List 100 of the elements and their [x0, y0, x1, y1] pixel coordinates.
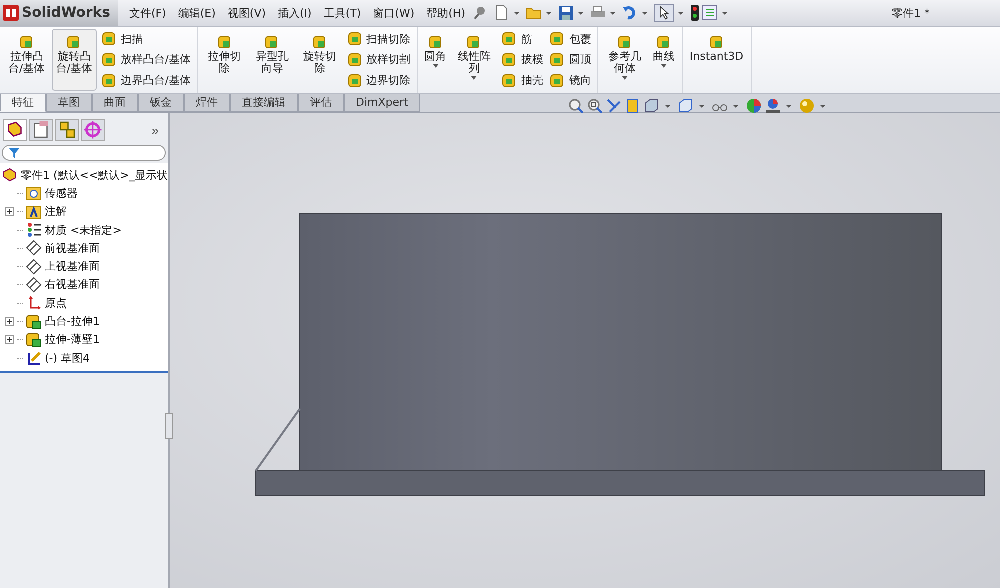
ribbon-button[interactable]: 放样凸台/基体	[99, 52, 193, 68]
ribbon-button[interactable]: 拔模	[499, 52, 546, 68]
tab[interactable]: DimXpert	[344, 94, 420, 112]
ribbon-button[interactable]: 边界凸台/基体	[99, 72, 193, 89]
ribbon-button[interactable]: 镜向	[547, 72, 594, 89]
feature-icon	[549, 31, 566, 48]
plane-icon	[26, 258, 42, 275]
menu-item[interactable]: 插入(I)	[273, 6, 317, 20]
tree-label[interactable]: (-) 草图4	[45, 350, 90, 366]
section-view-icon[interactable]	[624, 98, 641, 114]
feature-icon	[26, 314, 42, 330]
expand-icon[interactable]	[4, 207, 14, 216]
feature-icon	[216, 34, 233, 50]
tree-label: 零件1 (默认<<默认>_显示状	[21, 168, 168, 183]
ribbon-button[interactable]: 放样切割	[344, 52, 413, 68]
ribbon-button[interactable]: 线性阵列	[452, 29, 498, 91]
ribbon-button[interactable]: 包覆	[547, 31, 594, 48]
feature-icon	[549, 52, 566, 68]
feature-icon	[66, 34, 82, 50]
tree-label[interactable]: 拉伸-薄壁1	[45, 332, 100, 348]
filter-field[interactable]	[2, 145, 166, 161]
filter-icon	[9, 148, 20, 158]
tree-label[interactable]: 右视基准面	[45, 277, 100, 292]
crosshair-icon[interactable]	[81, 119, 105, 141]
ribbon-button[interactable]: Instant3D	[686, 29, 747, 91]
menu-item[interactable]: 窗口(W)	[368, 6, 420, 20]
select-button[interactable]	[654, 4, 674, 22]
feature-icon	[346, 31, 363, 48]
menu-item[interactable]: 文件(F)	[124, 6, 172, 20]
menu-item[interactable]: 视图(V)	[222, 6, 272, 20]
zoom-fit-icon[interactable]	[568, 98, 584, 114]
tree-label[interactable]: 原点	[45, 296, 67, 311]
app-name: SolidWorks	[22, 5, 110, 21]
tab[interactable]: 特征	[0, 94, 46, 112]
ribbon-button[interactable]: 参考几何体	[602, 29, 648, 91]
logo-icon	[3, 5, 19, 21]
expand-icon[interactable]	[4, 335, 14, 344]
annotation-icon	[26, 204, 42, 220]
ribbon-button[interactable]: 筋	[499, 31, 546, 48]
menu-item[interactable]: 帮助(H)	[422, 6, 470, 20]
feature-icon	[346, 52, 363, 68]
color-wheel-icon[interactable]	[746, 98, 762, 114]
tree-label[interactable]: 前视基准面	[45, 240, 100, 256]
expand-icon[interactable]	[4, 317, 14, 326]
ribbon-button[interactable]: 圆顶	[547, 52, 594, 68]
feature-tree-tab-icon[interactable]	[3, 119, 27, 141]
folder-icon	[26, 185, 42, 202]
pointer-icon	[657, 6, 672, 20]
traffic-light-icon[interactable]	[690, 5, 700, 21]
ribbon-button[interactable]: 扫描切除	[344, 31, 413, 48]
tree-label[interactable]: 注解	[45, 204, 67, 220]
ribbon-button[interactable]: 抽壳	[499, 72, 546, 89]
scene-icon[interactable]	[764, 98, 781, 114]
menu-item[interactable]: 工具(T)	[318, 6, 366, 20]
tab[interactable]: 曲面	[92, 94, 138, 112]
feature-icon	[656, 34, 672, 50]
document-title: 零件1 *	[892, 6, 930, 20]
ribbon-button[interactable]: 拉伸切除	[202, 29, 248, 91]
undo-icon[interactable]	[622, 5, 638, 21]
panel-collapse-handle[interactable]	[164, 413, 173, 439]
list-icon[interactable]	[702, 5, 718, 21]
feature-icon	[501, 31, 518, 48]
menu-item[interactable]: 编辑(E)	[173, 6, 221, 20]
feature-icon	[312, 34, 328, 50]
ribbon-button[interactable]: 曲线	[650, 29, 678, 91]
feature-icon	[466, 34, 482, 50]
plane-icon	[26, 240, 42, 256]
ribbon-button[interactable]: 边界切除	[344, 72, 413, 89]
tree-label[interactable]: 材质 <未指定>	[45, 222, 122, 238]
configuration-tab-icon[interactable]	[55, 119, 79, 141]
caret-icon	[622, 76, 628, 80]
ribbon-button[interactable]: 旋转凸台/基体	[52, 29, 98, 91]
caret-icon	[432, 64, 439, 68]
property-tab-icon[interactable]	[29, 119, 53, 141]
tab[interactable]: 评估	[298, 94, 344, 112]
ribbon-button[interactable]: 圆角	[422, 29, 450, 91]
tab[interactable]: 直接编辑	[230, 94, 298, 112]
feature-icon	[101, 52, 118, 68]
ribbon-button[interactable]: 异型孔向导	[250, 29, 296, 91]
tree-label[interactable]: 上视基准面	[45, 259, 100, 274]
save-icon[interactable]	[558, 5, 574, 21]
expand-button[interactable]: »	[146, 122, 165, 138]
feature-icon	[501, 72, 518, 89]
tab[interactable]: 焊件	[184, 94, 230, 112]
tab[interactable]: 草图	[46, 94, 92, 112]
new-document-icon[interactable]	[494, 5, 510, 21]
feature-icon	[501, 52, 518, 68]
tree-label[interactable]: 传感器	[45, 186, 78, 201]
tree-label[interactable]: 凸台-拉伸1	[45, 314, 100, 330]
part-icon	[2, 167, 18, 184]
caret-icon	[660, 64, 667, 68]
feature-icon	[264, 34, 280, 50]
tab[interactable]: 钣金	[138, 94, 184, 112]
zoom-area-icon[interactable]	[586, 98, 603, 114]
tree-item[interactable]: 零件1 (默认<<默认>_显示状	[0, 166, 168, 184]
material-icon	[26, 222, 42, 238]
ribbon-button[interactable]: 拉伸凸台/基体	[4, 29, 50, 91]
ribbon-button[interactable]: 扫描	[99, 31, 193, 48]
feature-icon	[18, 34, 35, 50]
ribbon-button[interactable]: 旋转切除	[297, 29, 343, 91]
